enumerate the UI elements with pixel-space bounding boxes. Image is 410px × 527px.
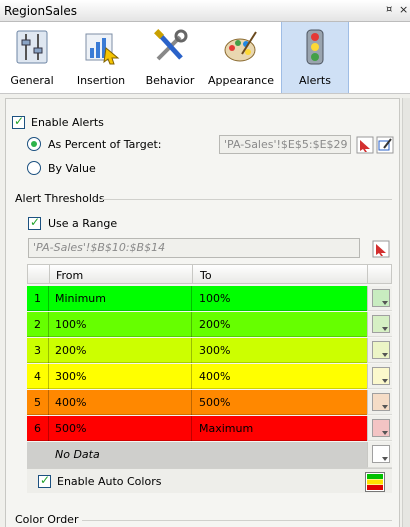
row-number: 3	[34, 344, 41, 357]
use-range-label: Use a Range	[48, 217, 118, 230]
insertion-icon	[85, 33, 120, 65]
from-cell[interactable]: 200%	[55, 344, 86, 357]
row-number: 4	[34, 370, 41, 383]
threshold-row[interactable]: 5 400% 500%	[27, 390, 392, 415]
from-cell[interactable]: 300%	[55, 370, 86, 383]
color-swatch[interactable]	[372, 367, 390, 385]
no-data-label: No Data	[55, 448, 100, 461]
section-divider	[100, 199, 392, 200]
row-number: 5	[34, 396, 41, 409]
threshold-row[interactable]: 3 200% 300%	[27, 338, 392, 363]
threshold-row[interactable]: 6 500% Maximum	[27, 416, 392, 441]
tab-label: General	[10, 74, 54, 87]
by-value-label: By Value	[48, 162, 96, 175]
enable-alerts-checkbox[interactable]: ✓	[12, 114, 25, 129]
no-data-row[interactable]: No Data	[27, 442, 392, 468]
tab-label: Appearance	[208, 74, 275, 87]
grid-header: From To	[27, 264, 392, 284]
threshold-row[interactable]: 1 Minimum 100%	[27, 286, 392, 311]
to-cell[interactable]: Maximum	[199, 422, 253, 435]
from-column-header[interactable]: From	[56, 269, 83, 282]
color-swatch[interactable]	[372, 315, 390, 333]
no-data-color-cell	[367, 442, 392, 468]
from-cell[interactable]: 500%	[55, 422, 86, 435]
edit-formula-icon[interactable]	[376, 136, 394, 154]
appearance-icon	[224, 31, 257, 62]
tab-insertion[interactable]: Insertion	[72, 22, 130, 93]
color-cell	[367, 390, 392, 415]
threshold-range-input[interactable]: 'PA-Sales'!$B$10:$B$14	[28, 238, 360, 258]
close-icon[interactable]: ×	[399, 3, 408, 16]
percent-of-target-radio[interactable]	[27, 137, 41, 151]
auto-colors-checkbox[interactable]: ✓	[38, 473, 51, 488]
tab-label: Alerts	[299, 74, 331, 87]
percent-of-target-label: As Percent of Target:	[48, 138, 162, 151]
from-cell[interactable]: Minimum	[55, 292, 106, 305]
to-cell[interactable]: 500%	[199, 396, 230, 409]
panel-title: RegionSales	[4, 4, 78, 18]
from-cell[interactable]: 100%	[55, 318, 86, 331]
color-cell	[367, 416, 392, 441]
threshold-row[interactable]: 4 300% 400%	[27, 364, 392, 389]
traffic-light-icon	[306, 29, 324, 65]
row-number: 2	[34, 318, 41, 331]
enable-alerts-label: Enable Alerts	[31, 116, 104, 129]
auto-colors-icon[interactable]	[365, 472, 385, 492]
to-column-header[interactable]: To	[200, 269, 212, 282]
panel-scrollbar[interactable]	[402, 98, 410, 527]
color-swatch[interactable]	[372, 289, 390, 307]
from-cell[interactable]: 400%	[55, 396, 86, 409]
general-icon	[16, 30, 48, 64]
tab-label: Insertion	[76, 74, 126, 87]
tab-behavior[interactable]: Behavior	[140, 22, 200, 93]
pin-icon[interactable]: ¤	[386, 4, 392, 15]
range-picker-icon[interactable]	[372, 240, 390, 258]
tab-bar: General Insertion Behavior Appearance Al…	[0, 22, 410, 94]
behavior-icon	[154, 29, 188, 61]
color-swatch[interactable]	[372, 393, 390, 411]
color-swatch[interactable]	[372, 341, 390, 359]
to-cell[interactable]: 100%	[199, 292, 230, 305]
threshold-row[interactable]: 2 100% 200%	[27, 312, 392, 337]
auto-colors-label: Enable Auto Colors	[57, 475, 162, 488]
auto-colors-bar: ✓ Enable Auto Colors	[27, 468, 392, 493]
tab-general[interactable]: General	[4, 22, 60, 93]
color-cell	[367, 312, 392, 337]
color-cell	[367, 338, 392, 363]
target-range-input[interactable]: 'PA-Sales'!$E$5:$E$29	[219, 135, 351, 154]
tab-label: Behavior	[145, 74, 195, 87]
to-cell[interactable]: 400%	[199, 370, 230, 383]
use-range-checkbox[interactable]: ✓	[28, 215, 41, 230]
threshold-grid: From To 1 Minimum 100% 2 100% 200% 3 200% 300% 4 3…	[27, 264, 392, 495]
panel-titlebar: RegionSales ¤ ×	[0, 0, 410, 22]
row-number: 1	[34, 292, 41, 305]
color-cell	[367, 286, 392, 311]
color-swatch[interactable]	[372, 419, 390, 437]
row-number: 6	[34, 422, 41, 435]
range-picker-icon[interactable]	[356, 136, 374, 154]
no-data-color-swatch[interactable]	[372, 445, 390, 463]
tab-alerts[interactable]: Alerts	[281, 22, 349, 93]
color-cell	[367, 364, 392, 389]
tab-appearance[interactable]: Appearance	[208, 22, 274, 93]
by-value-radio[interactable]	[27, 161, 41, 175]
to-cell[interactable]: 300%	[199, 344, 230, 357]
color-order-heading: Color Order	[15, 513, 79, 526]
section-divider	[82, 520, 392, 521]
to-cell[interactable]: 200%	[199, 318, 230, 331]
alert-thresholds-heading: Alert Thresholds	[15, 192, 105, 205]
